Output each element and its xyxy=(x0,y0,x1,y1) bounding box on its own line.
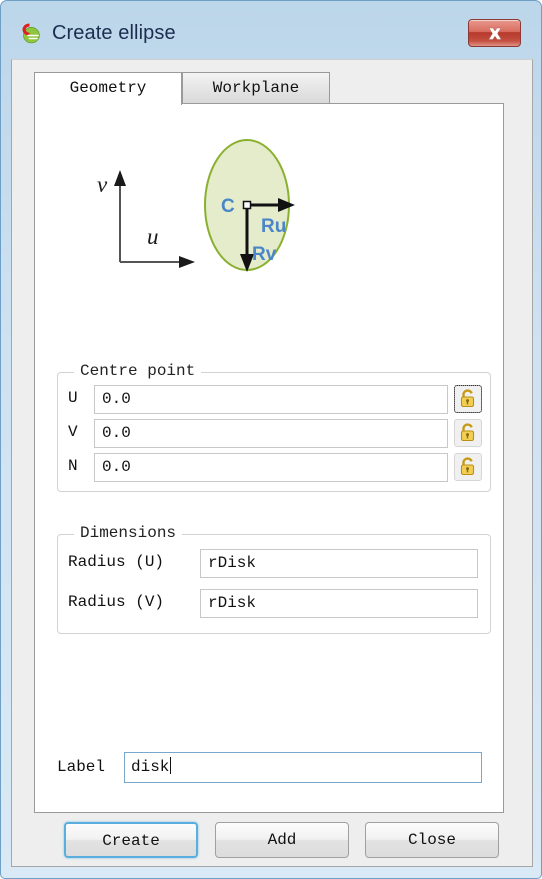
axis-u-label: u xyxy=(147,224,159,249)
ellipse-geometry-diagram: v u C Ru Rv xyxy=(35,112,505,312)
centre-u-padlock-open-icon[interactable] xyxy=(454,385,482,413)
dimensions-group: Dimensions Radius (U) rDisk Radius (V) r… xyxy=(57,524,492,634)
geometry-tab-panel: v u C Ru Rv Centre point U 0.0 V 0.0 N 0… xyxy=(34,103,504,813)
uv-axis-indicator: v u xyxy=(97,170,195,268)
centre-point-row-u: U 0.0 xyxy=(58,385,492,415)
dimensions-group-title: Dimensions xyxy=(74,524,183,542)
centre-point-group: Centre point U 0.0 V 0.0 N 0.0 xyxy=(57,362,492,492)
dialog-button-bar: Create Add Close xyxy=(12,822,534,868)
radius-v-input[interactable]: rDisk xyxy=(200,589,478,618)
label-caption: Label xyxy=(57,758,106,776)
tab-strip: Geometry Workplane xyxy=(34,72,504,105)
axis-v-label: v xyxy=(97,172,108,197)
window-title: Create ellipse xyxy=(52,22,176,44)
title-bar[interactable]: Create ellipse xyxy=(2,2,542,60)
centre-v-label: V xyxy=(68,423,78,441)
radius-v-caption: Radius (V) xyxy=(68,593,165,611)
comsol-logo-icon xyxy=(19,22,45,48)
create-ellipse-dialog-window: Create ellipse Geometry Workplane v u C … xyxy=(0,0,542,879)
close-window-button[interactable] xyxy=(468,19,521,47)
close-icon xyxy=(487,27,502,40)
radius-u-caption: Radius (U) xyxy=(68,553,165,571)
centre-u-label: U xyxy=(68,389,78,407)
label-row: Label disk xyxy=(35,752,505,786)
centre-v-input[interactable]: 0.0 xyxy=(94,419,448,448)
radius-u-label: Ru xyxy=(261,216,286,237)
centre-marker xyxy=(242,200,252,210)
centre-n-input[interactable]: 0.0 xyxy=(94,453,448,482)
dimensions-row-radius-u: Radius (U) rDisk xyxy=(58,549,492,579)
label-input-value: disk xyxy=(131,758,170,776)
tab-geometry[interactable]: Geometry xyxy=(34,72,182,105)
centre-point-row-n: N 0.0 xyxy=(58,453,492,483)
text-caret xyxy=(170,757,172,774)
create-button[interactable]: Create xyxy=(64,822,198,858)
add-button[interactable]: Add xyxy=(215,822,349,858)
centre-point-row-v: V 0.0 xyxy=(58,419,492,449)
centre-label: C xyxy=(221,196,235,217)
centre-u-input[interactable]: 0.0 xyxy=(94,385,448,414)
centre-n-padlock-open-icon[interactable] xyxy=(454,453,482,481)
radius-v-label: Rv xyxy=(252,244,277,265)
dialog-client-area: Geometry Workplane v u C Ru Rv Centre po… xyxy=(11,59,533,867)
dimensions-row-radius-v: Radius (V) rDisk xyxy=(58,589,492,619)
label-input[interactable]: disk xyxy=(124,752,482,783)
radius-u-input[interactable]: rDisk xyxy=(200,549,478,578)
centre-v-padlock-open-icon[interactable] xyxy=(454,419,482,447)
close-button[interactable]: Close xyxy=(365,822,499,858)
tab-workplane[interactable]: Workplane xyxy=(182,72,330,104)
centre-n-label: N xyxy=(68,457,78,475)
centre-point-group-title: Centre point xyxy=(74,362,202,380)
